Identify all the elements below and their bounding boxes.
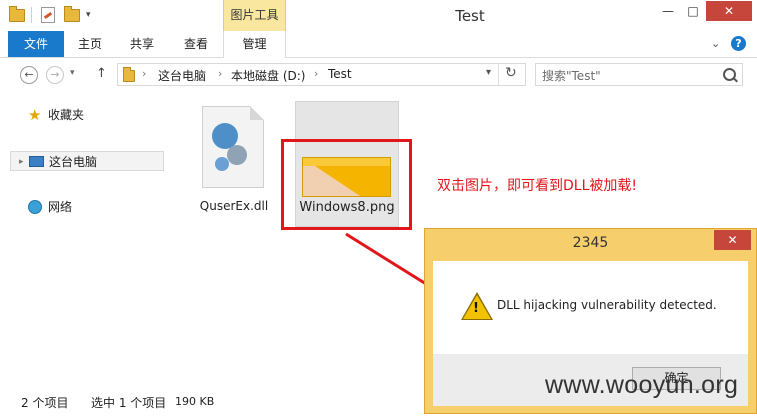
item-count: 2 个项目: [21, 396, 69, 410]
dialog-message: DLL hijacking vulnerability detected.: [497, 298, 717, 312]
exclamation-icon: !: [473, 301, 479, 316]
watermark: www.wooyun.org: [545, 371, 739, 399]
selected-size: 190 KB: [175, 395, 215, 408]
dialog-title: 2345: [572, 235, 609, 251]
selected-count: 选中 1 个项目: [91, 396, 167, 410]
dialog-close-button[interactable]: ✕: [714, 230, 751, 250]
